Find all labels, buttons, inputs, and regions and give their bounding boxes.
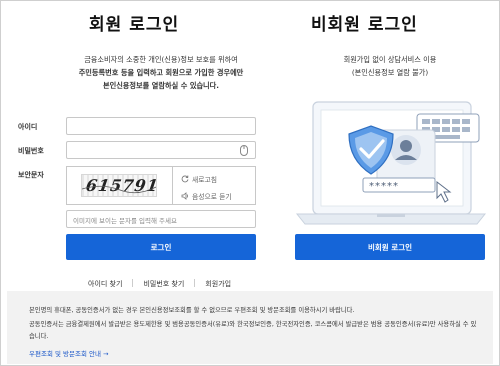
- guest-login-description: 회원가입 없이 상담서비스 이용 (본인신용정보 열람 불가): [343, 55, 437, 77]
- id-label: 아이디: [18, 123, 38, 131]
- signup-link[interactable]: 회원가입: [205, 280, 231, 288]
- illustration-password-text: *****: [369, 181, 399, 192]
- refresh-icon: [181, 175, 189, 183]
- password-input[interactable]: [66, 141, 256, 159]
- member-links: 아이디 찾기 비밀번호 찾기 회원가입: [88, 279, 231, 289]
- refresh-label: 새로고침: [192, 176, 218, 184]
- find-password-link[interactable]: 비밀번호 찾기: [143, 280, 184, 288]
- member-login-description: 금융소비자의 소중한 개인(신용)정보 보호를 위하여 주민등록번호 등을 입력…: [78, 55, 244, 90]
- audio-label: 음성으로 듣기: [192, 193, 232, 201]
- member-login-title: 회원 로그인: [89, 15, 180, 35]
- speaker-icon: [181, 192, 188, 200]
- mail-visit-inquiry-link[interactable]: 우편조회 및 방문조회 안내 →: [29, 348, 109, 358]
- captcha-controls: 새로고침 음성으로 듣기: [173, 166, 256, 205]
- find-id-link[interactable]: 아이디 찾기: [88, 280, 122, 288]
- notice-line-1: 본인명의 휴대폰, 공동인증서가 없는 경우 본인신용정보조회를 할 수 없으므…: [29, 307, 355, 314]
- captcha-image: 615791: [81, 174, 157, 197]
- link-divider: [132, 279, 134, 287]
- guest-login-title: 비회원 로그인: [311, 15, 418, 35]
- id-input[interactable]: [66, 117, 256, 135]
- link-divider: [194, 279, 196, 287]
- captcha-label: 보안문자: [18, 171, 44, 179]
- notice-line-2: 공동인증서는 금융결제원에서 발급받은 용도제한용 및 범용공동인증서(유료)와…: [29, 321, 477, 328]
- notice-line-3: 습니다.: [29, 333, 49, 340]
- password-label: 비밀번호: [18, 147, 44, 155]
- captcha-box: 615791: [66, 166, 173, 205]
- keyboard-mouse-icon[interactable]: [240, 145, 248, 156]
- guest-login-button[interactable]: 비회원 로그인: [295, 234, 485, 260]
- captcha-audio-button[interactable]: 음성으로 듣기: [181, 191, 232, 201]
- notice-box: 본인명의 휴대폰, 공동인증서가 없는 경우 본인신용정보조회를 할 수 없으므…: [7, 291, 493, 364]
- login-button[interactable]: 로그인: [66, 234, 256, 260]
- captcha-noise: [82, 185, 156, 194]
- captcha-refresh-button[interactable]: 새로고침: [181, 174, 217, 184]
- secure-login-illustration: *****: [295, 101, 487, 225]
- captcha-input-placeholder: 이미지에 보이는 문자를 입력해 주세요: [73, 217, 177, 225]
- captcha-input[interactable]: 이미지에 보이는 문자를 입력해 주세요: [66, 210, 256, 228]
